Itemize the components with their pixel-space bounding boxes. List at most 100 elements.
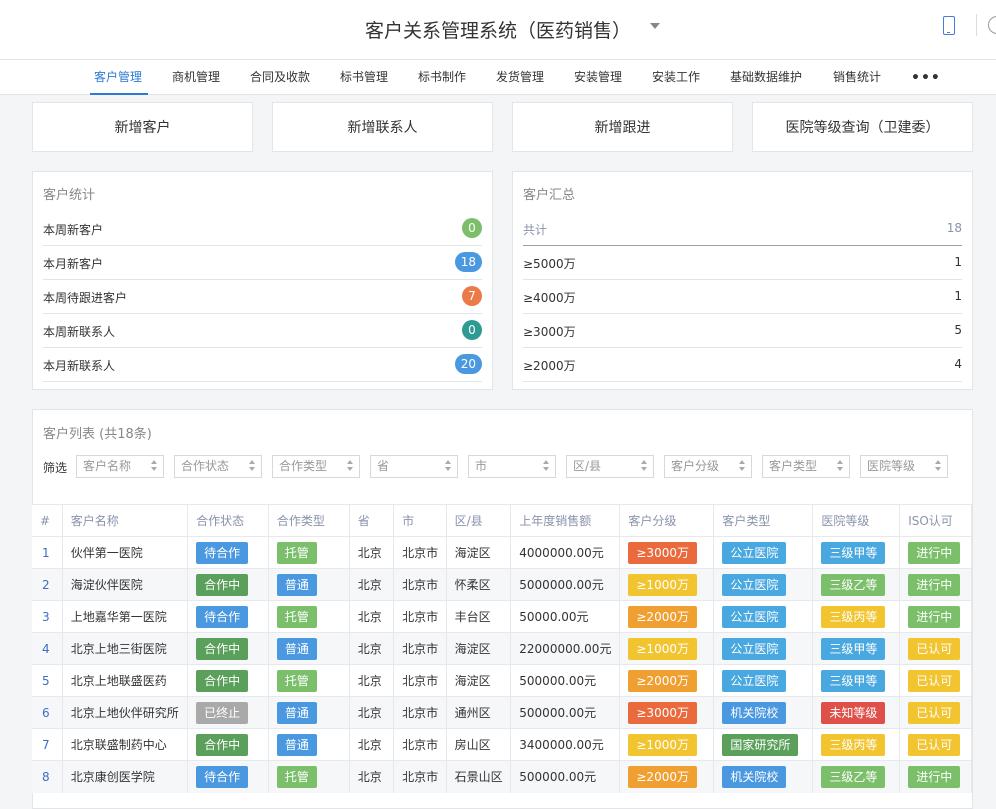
filter-select[interactable]: 客户名称 (76, 455, 164, 478)
stat-row[interactable]: 本周新联系人 0 (43, 314, 482, 348)
stat-count-badge: 18 (454, 252, 482, 272)
status-tag: ≥2000万 (628, 765, 697, 788)
column-header[interactable]: 省 (349, 504, 395, 537)
app-header: 客户关系管理系统（医药销售） (0, 0, 996, 60)
filter-select[interactable]: 区/县 (566, 455, 654, 478)
stat-count-badge: 20 (454, 354, 482, 374)
table-cell: 500000.00元 (510, 664, 621, 697)
stat-label: 本周待跟进客户 (43, 291, 128, 305)
add-followup-button[interactable]: 新增跟进 (512, 102, 733, 152)
table-cell: ≥2000万 (619, 664, 715, 697)
table-cell: 50000.00元 (510, 600, 621, 633)
panel-title: 客户列表 (共18条) (43, 427, 152, 442)
column-header[interactable]: # (32, 504, 63, 537)
table-cell: 北京 (349, 664, 395, 697)
stat-row[interactable]: 本周待跟进客户 7 (43, 280, 482, 314)
column-header[interactable]: 上年度销售额 (510, 504, 621, 537)
table-cell: 北京市 (393, 536, 447, 569)
status-tag: ≥2000万 (628, 669, 697, 692)
summary-label: ≥3000万 (523, 325, 576, 339)
chevron-down-icon[interactable] (650, 23, 660, 29)
table-cell: 已终止 (187, 696, 269, 729)
more-icon[interactable]: ••• (911, 71, 941, 85)
row-index: 8 (32, 760, 63, 793)
column-header[interactable]: 客户名称 (62, 504, 189, 537)
table-cell: 北京市 (393, 664, 447, 697)
status-tag: 已认可 (908, 669, 961, 692)
nav-shipping[interactable]: 发货管理 (496, 60, 544, 95)
app-title: 客户关系管理系统（医药销售） (364, 20, 631, 42)
table-cell: 合作中 (187, 664, 269, 697)
customer-stats-panel: 客户统计 本周新客户 0 本月新客户 18 本周待跟进客户 7 本周新联系人 0 本月新联系人 2… (32, 171, 493, 390)
nav-master-data[interactable]: 基础数据维护 (730, 60, 802, 95)
column-header[interactable]: 客户类型 (713, 504, 814, 537)
row-index: 1 (32, 536, 63, 569)
status-tag: 已认可 (908, 637, 961, 660)
table-cell: 公立医院 (713, 632, 814, 665)
nav-sales-stats[interactable]: 销售统计 (833, 60, 881, 95)
nav-customer-management[interactable]: 客户管理 (90, 60, 148, 95)
status-tag: 机关院校 (722, 701, 787, 724)
nav-opportunity-management[interactable]: 商机管理 (172, 60, 220, 95)
status-tag: 公立医院 (722, 541, 787, 564)
mobile-icon[interactable] (943, 16, 955, 35)
table-row[interactable]: 3 上地嘉华第一医院 待合作 托管 北京 北京市 丰台区 50000.00元 ≥2000万 公立医… (32, 600, 972, 633)
stat-count-badge: 7 (462, 286, 482, 306)
stat-label: 本月新联系人 (43, 359, 116, 373)
table-row[interactable]: 7 北京联盛制药中心 合作中 普通 北京 北京市 房山区 3400000.00元 ≥1000万 国… (32, 728, 972, 761)
nav-bid-management[interactable]: 标书管理 (340, 60, 388, 95)
sort-arrows-icon (151, 460, 157, 472)
column-header[interactable]: 市 (393, 504, 447, 537)
table-cell: 上地嘉华第一医院 (62, 600, 189, 633)
table-cell: 未知等级 (812, 696, 901, 729)
table-row[interactable]: 1 伙伴第一医院 待合作 托管 北京 北京市 海淀区 4000000.00元 ≥3000万 公立医… (32, 536, 972, 569)
filter-select[interactable]: 医院等级 (860, 455, 948, 478)
filter-select[interactable]: 合作状态 (174, 455, 262, 478)
table-cell: 待合作 (187, 536, 269, 569)
table-row[interactable]: 8 北京康创医学院 待合作 托管 北京 北京市 石景山区 500000.00元 ≥2000万 机关… (32, 760, 972, 793)
status-tag: 三级甲等 (821, 669, 886, 692)
filter-select[interactable]: 客户类型 (762, 455, 850, 478)
column-header[interactable]: 客户分级 (619, 504, 715, 537)
table-cell: 合作中 (187, 568, 269, 601)
nav-contracts[interactable]: 合同及收款 (250, 60, 310, 95)
column-header[interactable]: 合作状态 (187, 504, 269, 537)
table-cell: 500000.00元 (510, 760, 621, 793)
table-row[interactable]: 2 海淀伙伴医院 合作中 普通 北京 北京市 怀柔区 5000000.00元 ≥1000万 公立医… (32, 568, 972, 601)
table-cell: 北京康创医学院 (62, 760, 189, 793)
stat-row[interactable]: 本月新联系人 20 (43, 348, 482, 382)
table-cell: 海淀区 (446, 632, 512, 665)
nav-bid-making[interactable]: 标书制作 (418, 60, 466, 95)
status-tag: ≥3000万 (628, 541, 697, 564)
table-cell: ≥1000万 (619, 728, 715, 761)
summary-row: ≥5000万 1 (523, 246, 962, 280)
table-row[interactable]: 6 北京上地伙伴研究所 已终止 普通 北京 北京市 通州区 500000.00元 ≥3000万 机… (32, 696, 972, 729)
header-divider (976, 14, 977, 36)
nav-installation-management[interactable]: 安装管理 (574, 60, 622, 95)
stat-row[interactable]: 本月新客户 18 (43, 246, 482, 280)
add-customer-button[interactable]: 新增客户 (32, 102, 253, 152)
filter-select[interactable]: 省 (370, 455, 458, 478)
table-cell: 普通 (268, 728, 350, 761)
summary-row: ≥4000万 1 (523, 280, 962, 314)
table-row[interactable]: 4 北京上地三街医院 合作中 普通 北京 北京市 海淀区 22000000.00元 ≥1000万… (32, 632, 972, 665)
table-cell: 机关院校 (713, 696, 814, 729)
hospital-grade-query-button[interactable]: 医院等级查询（卫建委） (752, 102, 973, 152)
table-cell: 22000000.00元 (510, 632, 621, 665)
filter-select[interactable]: 客户分级 (664, 455, 752, 478)
add-contact-button[interactable]: 新增联系人 (272, 102, 493, 152)
status-tag: 合作中 (196, 733, 249, 756)
filter-select[interactable]: 市 (468, 455, 556, 478)
column-header[interactable]: 医院等级 (812, 504, 901, 537)
nav-installation-work[interactable]: 安装工作 (652, 60, 700, 95)
filter-select[interactable]: 合作类型 (272, 455, 360, 478)
column-header[interactable]: 区/县 (446, 504, 512, 537)
status-tag: 待合作 (196, 605, 249, 628)
table-cell: 公立医院 (713, 664, 814, 697)
stat-row[interactable]: 本周新客户 0 (43, 212, 482, 246)
sort-arrows-icon (347, 460, 353, 472)
column-header[interactable]: 合作类型 (268, 504, 350, 537)
table-row[interactable]: 5 北京上地联盛医药 合作中 托管 北京 北京市 海淀区 500000.00元 ≥2000万 公立… (32, 664, 972, 697)
summary-total-row: 共计 18 (523, 212, 962, 246)
column-header[interactable]: ISO认可 (899, 504, 972, 537)
